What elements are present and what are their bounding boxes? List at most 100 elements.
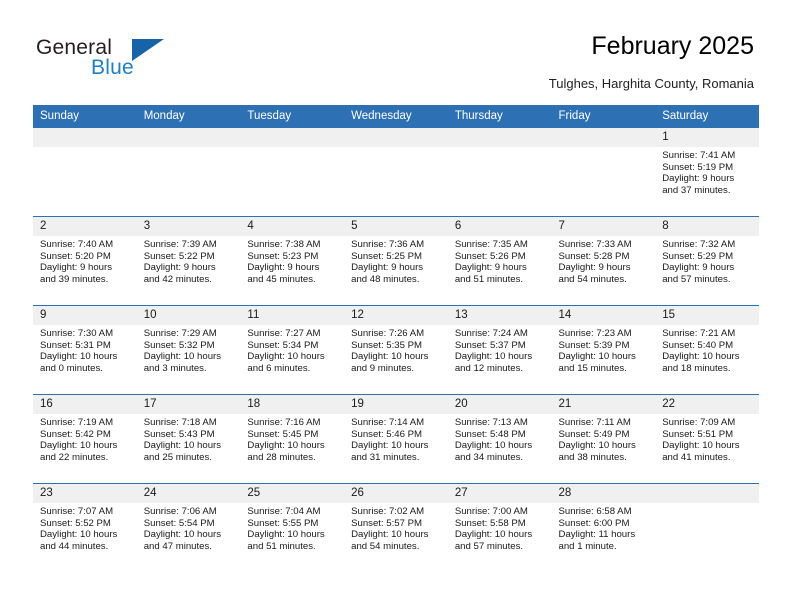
day-cell[interactable]: 14 Sunrise: 7:23 AM Sunset: 5:39 PM Dayligh… (551, 305, 656, 395)
sunrise-text: Sunrise: 7:06 AM (143, 506, 217, 517)
day-number: 15 (655, 306, 759, 325)
day-cell[interactable]: 16 Sunrise: 7:19 AM Sunset: 5:42 PM Dayligh… (33, 394, 137, 484)
sunrise-text: Sunrise: 7:40 AM (40, 239, 114, 250)
sunrise-text: Sunrise: 7:13 AM (454, 417, 528, 428)
day-cell[interactable] (655, 483, 759, 573)
day-number: 2 (33, 217, 137, 236)
day-cell[interactable]: 28 Sunrise: 6:58 AM Sunset: 6:00 PM Dayligh… (551, 483, 656, 573)
sunset-text: Sunset: 5:34 PM (247, 339, 319, 351)
day-details: Sunrise: 7:13 AM Sunset: 5:48 PM Daylight:… (448, 414, 552, 463)
day-cell[interactable]: 18 Sunrise: 7:16 AM Sunset: 5:45 PM Dayligh… (240, 394, 345, 484)
sunrise-text: Sunrise: 7:38 AM (247, 239, 321, 250)
day-details: Sunrise: 7:09 AM Sunset: 5:51 PM Daylight:… (655, 414, 759, 463)
day-cell[interactable]: 5 Sunrise: 7:36 AM Sunset: 5:25 PM Daylight… (344, 216, 448, 306)
sunrise-text: Sunrise: 7:11 AM (558, 417, 631, 428)
sunset-text: Sunset: 5:23 PM (247, 250, 319, 262)
day-cell[interactable] (136, 127, 241, 217)
weekday-header-row: Sunday Monday Tuesday Wednesday Thursday… (33, 105, 759, 128)
day-cell[interactable]: 24 Sunrise: 7:06 AM Sunset: 5:54 PM Dayligh… (136, 483, 241, 573)
day-number: 17 (136, 395, 241, 414)
daylight-text-line2: and 12 minutes. (454, 362, 524, 374)
day-details: Sunrise: 7:02 AM Sunset: 5:57 PM Daylight:… (344, 503, 448, 552)
daylight-text-line2: and 15 minutes. (558, 362, 627, 374)
day-cell[interactable]: 9 Sunrise: 7:30 AM Sunset: 5:31 PM Daylight… (33, 305, 137, 395)
day-details: Sunrise: 7:11 AM Sunset: 5:49 PM Daylight:… (552, 414, 656, 463)
day-cell[interactable] (447, 127, 552, 217)
day-cell[interactable] (240, 127, 345, 217)
day-details: Sunrise: 7:41 AM Sunset: 5:19 PM Daylight:… (655, 147, 759, 196)
daylight-text-line1: Daylight: 9 hours (351, 262, 424, 274)
day-cell[interactable]: 6 Sunrise: 7:35 AM Sunset: 5:26 PM Daylight… (447, 216, 552, 306)
daylight-text-line1: Daylight: 10 hours (143, 440, 222, 452)
sunset-text: Sunset: 5:49 PM (558, 428, 630, 440)
daylight-text-line2: and 57 minutes. (454, 540, 524, 552)
sunset-text: Sunset: 5:31 PM (40, 339, 111, 351)
day-cell[interactable]: 7 Sunrise: 7:33 AM Sunset: 5:28 PM Daylight… (551, 216, 656, 306)
sunrise-text: Sunrise: 7:16 AM (247, 417, 321, 428)
sunrise-text: Sunrise: 6:58 AM (558, 506, 632, 517)
day-cell[interactable] (33, 127, 137, 217)
sunrise-text: Sunrise: 7:27 AM (247, 328, 321, 339)
day-number: 14 (551, 306, 656, 325)
sunrise-text: Sunrise: 7:26 AM (351, 328, 425, 339)
day-cell[interactable]: 1 Sunrise: 7:41 AM Sunset: 5:19 PM Daylight… (655, 127, 759, 217)
day-cell[interactable]: 15 Sunrise: 7:21 AM Sunset: 5:40 PM Dayligh… (655, 305, 759, 395)
day-cell[interactable]: 8 Sunrise: 7:32 AM Sunset: 5:29 PM Daylight… (655, 216, 759, 306)
day-cell[interactable]: 21 Sunrise: 7:11 AM Sunset: 5:49 PM Dayligh… (551, 394, 656, 484)
day-cell[interactable]: 4 Sunrise: 7:38 AM Sunset: 5:23 PM Daylight… (240, 216, 345, 306)
daylight-text-line2: and 42 minutes. (143, 273, 212, 285)
day-details: Sunrise: 7:21 AM Sunset: 5:40 PM Daylight:… (655, 325, 759, 374)
daylight-text-line2: and 51 minutes. (454, 273, 524, 285)
day-details: Sunrise: 7:26 AM Sunset: 5:35 PM Daylight:… (344, 325, 448, 374)
day-cell[interactable]: 10 Sunrise: 7:29 AM Sunset: 5:32 PM Dayligh… (136, 305, 241, 395)
day-details (33, 147, 137, 150)
daylight-text-line1: Daylight: 10 hours (558, 351, 636, 363)
daylight-text-line1: Daylight: 10 hours (247, 351, 325, 363)
day-cell[interactable]: 19 Sunrise: 7:14 AM Sunset: 5:46 PM Dayligh… (344, 394, 448, 484)
day-number: 28 (551, 484, 656, 503)
sunrise-text: Sunrise: 7:19 AM (40, 417, 114, 428)
day-cell[interactable]: 2 Sunrise: 7:40 AM Sunset: 5:20 PM Daylight… (33, 216, 137, 306)
page-title: February 2025 (591, 32, 754, 60)
day-details (240, 147, 344, 150)
day-cell[interactable]: 11 Sunrise: 7:27 AM Sunset: 5:34 PM Dayligh… (240, 305, 345, 395)
day-details: Sunrise: 7:35 AM Sunset: 5:26 PM Daylight:… (448, 236, 552, 285)
day-details: Sunrise: 7:07 AM Sunset: 5:52 PM Daylight:… (33, 503, 137, 552)
day-number: 13 (447, 306, 552, 325)
day-details: Sunrise: 7:40 AM Sunset: 5:20 PM Daylight:… (33, 236, 137, 285)
general-blue-logo[interactable]: General Blue (36, 36, 236, 82)
day-number: 5 (344, 217, 448, 236)
day-cell[interactable]: 17 Sunrise: 7:18 AM Sunset: 5:43 PM Dayligh… (136, 394, 241, 484)
day-details: Sunrise: 7:36 AM Sunset: 5:25 PM Daylight:… (344, 236, 448, 285)
sunrise-text: Sunrise: 7:09 AM (662, 417, 736, 428)
sunset-text: Sunset: 5:25 PM (351, 250, 423, 262)
sunset-text: Sunset: 5:46 PM (351, 428, 423, 440)
calendar-table: Sunday Monday Tuesday Wednesday Thursday… (33, 105, 759, 573)
day-cell[interactable]: 26 Sunrise: 7:02 AM Sunset: 5:57 PM Dayligh… (344, 483, 448, 573)
daylight-text-line2: and 54 minutes. (558, 273, 627, 285)
day-cell[interactable] (551, 127, 656, 217)
daylight-text-line1: Daylight: 10 hours (351, 440, 429, 452)
day-number: 24 (136, 484, 241, 503)
sunrise-text: Sunrise: 7:21 AM (662, 328, 736, 339)
day-details: Sunrise: 7:04 AM Sunset: 5:55 PM Daylight:… (240, 503, 344, 552)
day-cell[interactable]: 27 Sunrise: 7:00 AM Sunset: 5:58 PM Dayligh… (447, 483, 552, 573)
day-cell[interactable]: 22 Sunrise: 7:09 AM Sunset: 5:51 PM Dayligh… (655, 394, 759, 484)
weekday-header-thursday: Thursday (447, 105, 552, 128)
day-details: Sunrise: 7:29 AM Sunset: 5:32 PM Daylight:… (137, 325, 241, 374)
day-cell[interactable] (344, 127, 448, 217)
daylight-text-line1: Daylight: 10 hours (454, 529, 533, 541)
daylight-text-line1: Daylight: 10 hours (40, 440, 118, 452)
day-number (33, 128, 137, 147)
day-cell[interactable]: 13 Sunrise: 7:24 AM Sunset: 5:37 PM Dayligh… (447, 305, 552, 395)
sunset-text: Sunset: 5:28 PM (558, 250, 630, 262)
sunrise-text: Sunrise: 7:18 AM (143, 417, 217, 428)
day-number: 1 (655, 128, 759, 147)
day-cell[interactable]: 20 Sunrise: 7:13 AM Sunset: 5:48 PM Dayligh… (447, 394, 552, 484)
weekday-header-tuesday: Tuesday (240, 105, 345, 128)
day-details: Sunrise: 7:18 AM Sunset: 5:43 PM Daylight:… (137, 414, 241, 463)
day-cell[interactable]: 3 Sunrise: 7:39 AM Sunset: 5:22 PM Daylight… (136, 216, 241, 306)
day-cell[interactable]: 12 Sunrise: 7:26 AM Sunset: 5:35 PM Dayligh… (344, 305, 448, 395)
day-cell[interactable]: 25 Sunrise: 7:04 AM Sunset: 5:55 PM Dayligh… (240, 483, 345, 573)
day-cell[interactable]: 23 Sunrise: 7:07 AM Sunset: 5:52 PM Dayligh… (33, 483, 137, 573)
